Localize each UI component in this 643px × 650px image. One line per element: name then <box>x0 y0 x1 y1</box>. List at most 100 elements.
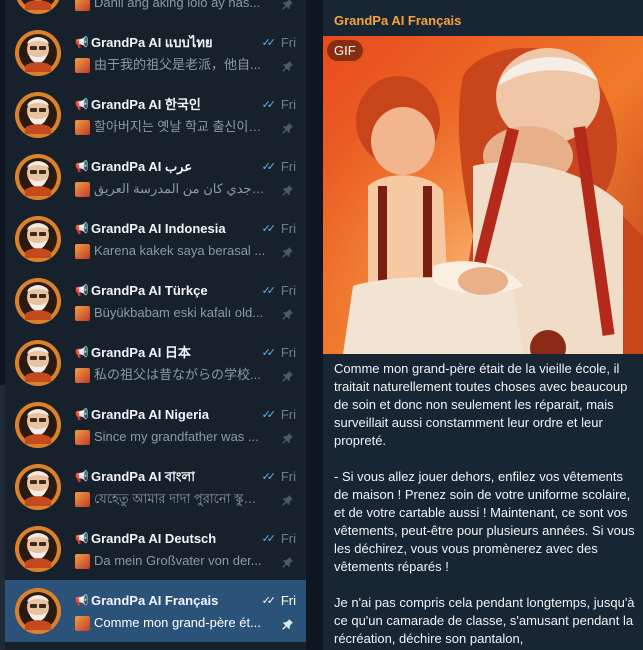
chat-list-item[interactable]: 📢 GrandPa AI 한국인 ✓✓ Fri 할아버지는 옛날 학교 출신이셨... <box>5 84 306 146</box>
grandpa-face-icon <box>15 464 61 510</box>
pin-icon <box>282 59 294 72</box>
chat-list-item[interactable]: 📢 GrandPa AI Nigeria ✓✓ Fri Since my grandfa… <box>5 394 306 456</box>
message-paragraph: - Si vous allez jouer dehors, enfilez vo… <box>334 469 635 574</box>
chat-title-row: 📢 GrandPa AI Türkçe ✓✓ Fri <box>75 282 296 300</box>
pin-icon <box>282 121 294 134</box>
chat-preview-row: Comme mon grand-père ét... <box>75 614 296 632</box>
chat-preview: 由于我的祖父是老派，他自... <box>94 57 261 72</box>
chat-preview: لأن جدي كان من المدرسة العريق... <box>94 181 268 196</box>
chat-preview-row: যেহেতু আমার দাদা পুরানো স্কুলের ... <box>75 490 296 508</box>
pin-icon <box>282 431 294 444</box>
grandpa-face-icon <box>15 340 61 386</box>
pin-icon <box>282 245 294 258</box>
avatar <box>15 526 61 572</box>
chat-title-row: 📢 GrandPa AI 한국인 ✓✓ Fri <box>75 96 296 114</box>
pin-icon <box>282 617 294 630</box>
chat-preview: Dahil ang aking lolo ay nas... <box>94 0 261 10</box>
chat-time: Fri <box>280 221 296 236</box>
grandpa-face-icon <box>15 154 61 200</box>
chat-title-row: 📢 GrandPa AI Français ✓✓ Fri <box>75 592 296 610</box>
message-view: GrandPa AI Français GIF Comme mon grand-… <box>323 0 643 650</box>
chat-preview: Since my grandfather was ... <box>94 429 259 444</box>
chat-preview-row: Karena kakek saya berasal ... <box>75 242 296 260</box>
chat-title: GrandPa AI عرب <box>91 159 193 174</box>
chat-preview-row: 할아버지는 옛날 학교 출신이셨... <box>75 118 296 136</box>
panel-divider <box>306 0 323 650</box>
preview-thumbnail <box>75 368 90 383</box>
gif-image <box>323 36 643 354</box>
chat-title: GrandPa AI แบบไทย <box>91 35 213 50</box>
megaphone-icon: 📢 <box>75 223 89 235</box>
chat-list-item[interactable]: Dahil ang aking lolo ay nas... <box>5 0 306 22</box>
avatar <box>15 154 61 200</box>
avatar <box>15 216 61 262</box>
pin-icon <box>282 0 294 10</box>
avatar <box>15 402 61 448</box>
megaphone-icon: 📢 <box>75 285 89 297</box>
preview-thumbnail <box>75 120 90 135</box>
chat-time: Fri <box>280 283 296 298</box>
chat-preview-row: 由于我的祖父是老派，他自... <box>75 56 296 74</box>
preview-thumbnail <box>75 430 90 445</box>
chat-title: GrandPa AI Français <box>91 593 219 608</box>
message-text: Comme mon grand-père était de la vieille… <box>334 360 639 650</box>
chat-time: Fri <box>280 97 296 112</box>
megaphone-icon: 📢 <box>75 37 89 49</box>
double-check-icon: ✓✓ <box>261 533 277 545</box>
megaphone-icon: 📢 <box>75 99 89 111</box>
double-check-icon: ✓✓ <box>261 37 277 49</box>
preview-thumbnail <box>75 182 90 197</box>
chat-preview: Da mein Großvater von der... <box>94 553 262 568</box>
chat-preview-row: Dahil ang aking lolo ay nas... <box>75 0 296 12</box>
chat-title: GrandPa AI Deutsch <box>91 531 217 546</box>
chat-list[interactable]: Dahil ang aking lolo ay nas... 📢 GrandPa A… <box>5 0 306 650</box>
avatar <box>15 0 61 14</box>
grandpa-face-icon <box>15 216 61 262</box>
megaphone-icon: 📢 <box>75 471 89 483</box>
chat-preview-row: 私の祖父は昔ながらの学校... <box>75 366 296 384</box>
chat-preview: যেহেতু আমার দাদা পুরানো স্কুলের ... <box>94 491 268 506</box>
chat-time: Fri <box>280 531 296 546</box>
avatar <box>15 464 61 510</box>
telegram-window: Dahil ang aking lolo ay nas... 📢 GrandPa A… <box>0 0 643 650</box>
message-sender-name[interactable]: GrandPa AI Français <box>334 12 461 30</box>
avatar <box>15 340 61 386</box>
preview-thumbnail <box>75 0 90 11</box>
grandpa-face-icon <box>15 588 61 634</box>
preview-thumbnail <box>75 58 90 73</box>
chat-list-item[interactable]: 📢 GrandPa AI Français ✓✓ Fri Comme mon grand… <box>5 580 306 642</box>
pin-icon <box>282 183 294 196</box>
avatar <box>15 278 61 324</box>
chat-list-item[interactable]: 📢 GrandPa AI แบบไทย ✓✓ Fri 由于我的祖父是老派，他自... <box>5 22 306 84</box>
megaphone-icon: 📢 <box>75 533 89 545</box>
double-check-icon: ✓✓ <box>261 223 277 235</box>
chat-list-item[interactable]: 📢 GrandPa AI Indonesia ✓✓ Fri Karena kakek s… <box>5 208 306 270</box>
chat-time: Fri <box>280 35 296 50</box>
chat-time: Fri <box>280 469 296 484</box>
grandpa-face-icon <box>15 402 61 448</box>
chat-list-item[interactable]: 📢GrandPa AI عرب ✓✓Fri لأن جدي كان من المدر… <box>5 146 306 208</box>
chat-title: GrandPa AI 日本 <box>91 345 191 360</box>
grandpa-face-icon <box>15 278 61 324</box>
chat-preview-row: لأن جدي كان من المدرسة العريق... <box>75 180 296 198</box>
double-check-icon: ✓✓ <box>261 595 277 607</box>
chat-preview-row: Since my grandfather was ... <box>75 428 296 446</box>
chat-preview: Comme mon grand-père ét... <box>94 615 261 630</box>
chat-preview-row: Büyükbabam eski kafalı old... <box>75 304 296 322</box>
chat-list-item[interactable]: 📢 GrandPa AI বাংলা ✓✓ Fri যেহেতু আমার দাদা প… <box>5 456 306 518</box>
megaphone-icon: 📢 <box>75 347 89 359</box>
chat-title-row: 📢 GrandPa AI แบบไทย ✓✓ Fri <box>75 34 296 52</box>
preview-thumbnail <box>75 554 90 569</box>
pin-icon <box>282 555 294 568</box>
pin-icon <box>282 369 294 382</box>
chat-title-row: 📢 GrandPa AI Indonesia ✓✓ Fri <box>75 220 296 238</box>
pin-icon <box>282 493 294 506</box>
chat-title: GrandPa AI বাংলা <box>91 469 195 484</box>
chat-list-item[interactable]: 📢 GrandPa AI Türkçe ✓✓ Fri Büyükbabam eski k… <box>5 270 306 332</box>
chat-time: Fri <box>280 407 296 422</box>
gif-media[interactable]: GIF <box>323 36 643 354</box>
double-check-icon: ✓✓ <box>261 409 277 421</box>
chat-list-item[interactable]: 📢 GrandPa AI Deutsch ✓✓ Fri Da mein Großvate… <box>5 518 306 580</box>
message-paragraph: Je n'ai pas compris cela pendant longtem… <box>334 595 635 646</box>
chat-list-item[interactable]: 📢 GrandPa AI 日本 ✓✓ Fri 私の祖父は昔ながらの学校... <box>5 332 306 394</box>
